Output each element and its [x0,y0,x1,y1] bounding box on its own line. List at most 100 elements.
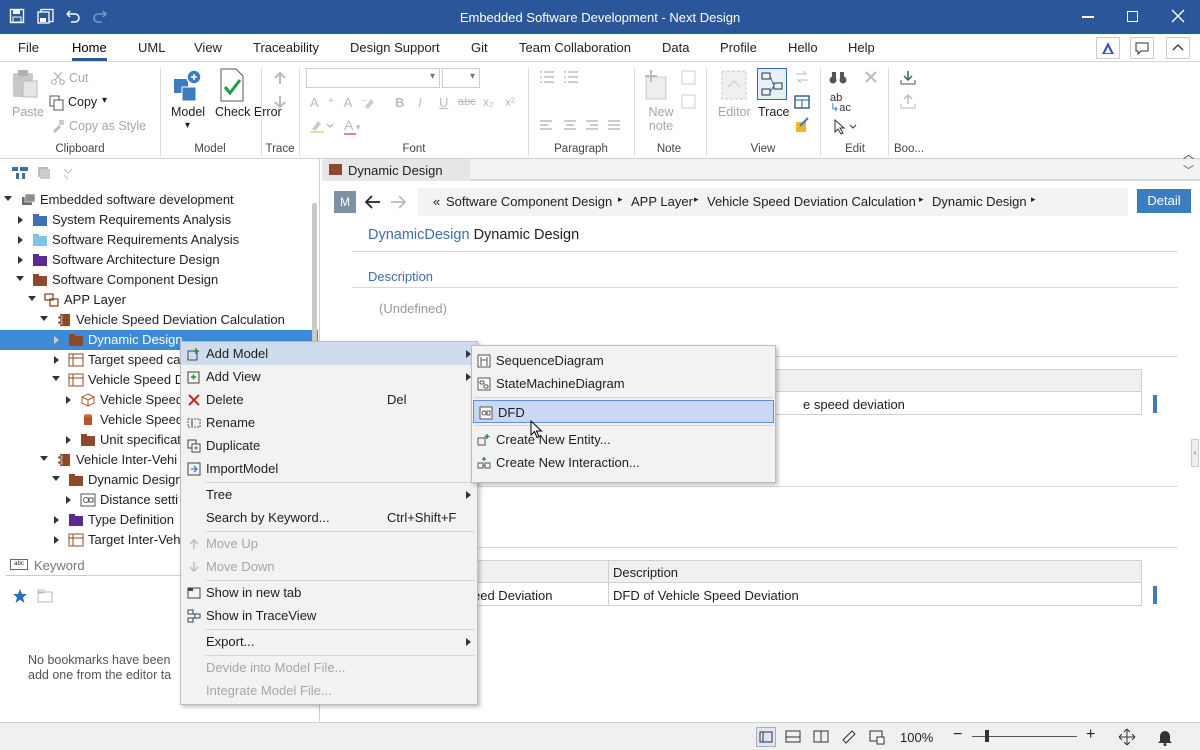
tree-item[interactable]: Software Component Design [0,270,318,290]
expand-arrow-icon[interactable] [18,256,23,264]
menu-data[interactable]: Data [662,40,689,55]
menu-item-export[interactable]: Export... [181,630,477,653]
detail-button[interactable]: Detail [1137,189,1191,213]
breadcrumb-overflow[interactable]: « [433,194,440,209]
astah-icon[interactable] [1096,37,1120,59]
trace-button[interactable]: Trace [758,105,790,119]
model-button[interactable]: Model [171,105,205,119]
menu-item-add-model[interactable]: Add Model [181,342,477,365]
menu-traceability[interactable]: Traceability [253,40,319,55]
replace-icon[interactable]: ab ↳ac [830,93,851,114]
tree-item[interactable]: Software Architecture Design [0,250,318,270]
menu-item-rename[interactable]: Rename [181,411,477,434]
menu-item-importmodel[interactable]: ImportModel [181,457,477,480]
bookmark-star-icon[interactable] [12,588,28,604]
description-value[interactable]: (Undefined) [379,301,447,316]
tab-menu-icon[interactable]: ﹀ [1183,162,1194,178]
menu-item-tree[interactable]: Tree [181,483,477,506]
zoom-out-icon[interactable]: − [953,726,962,744]
menu-hello[interactable]: Hello [788,40,818,55]
table-cell[interactable]: DFD of Vehicle Speed Deviation [613,588,799,603]
collapse-arrow-icon[interactable] [28,296,36,301]
menu-item-show-in-traceview[interactable]: Show in TraceView [181,604,477,627]
menu-help[interactable]: Help [848,40,875,55]
layout-horizontal-icon[interactable] [784,728,802,746]
menu-item-show-in-new-tab[interactable]: Show in new tab [181,581,477,604]
copy-dropdown-icon[interactable]: ▾ [102,95,107,106]
menu-view[interactable]: View [194,40,222,55]
tree-item[interactable]: Vehicle Speed Deviation Calculation [0,310,318,330]
collapse-arrow-icon[interactable] [40,316,48,321]
table-cell[interactable]: e speed deviation [803,397,905,412]
column-header-description[interactable]: Description [613,565,678,580]
layout-single-icon[interactable] [756,727,776,747]
breadcrumb-item[interactable]: Dynamic Design [932,194,1027,209]
model-dropdown-icon[interactable]: ▾ [185,120,190,131]
submenu-item-statemachinediagram[interactable]: StateMachineDiagram [472,372,775,395]
tree-item[interactable]: APP Layer [0,290,318,310]
expand-arrow-icon[interactable] [66,396,71,404]
expand-arrow-icon[interactable] [66,436,71,444]
pan-icon[interactable] [1118,728,1136,746]
bookmark-import-icon[interactable] [900,70,916,110]
select-icon[interactable] [833,119,861,135]
tree-item[interactable]: Embedded software development [0,190,318,210]
maximize-button[interactable] [1127,11,1138,22]
breadcrumb-item[interactable]: APP Layer [631,194,693,209]
copy-button[interactable]: Copy [68,95,97,109]
side-panel-toggle[interactable]: ‹ [1191,439,1199,467]
submenu-item-sequencediagram[interactable]: SequenceDiagram [472,349,775,372]
minimize-button[interactable] [1082,16,1094,18]
expand-arrow-icon[interactable] [18,236,23,244]
menu-item-label: ImportModel [206,461,279,476]
table-cell[interactable]: eed Deviation [473,588,553,603]
expand-arrow-icon[interactable] [54,356,59,364]
expand-arrow-icon[interactable] [54,516,59,524]
collapse-arrow-icon[interactable] [4,196,12,201]
find-icon[interactable] [829,70,847,86]
collapse-arrow-icon[interactable] [52,376,60,381]
menu-team-collaboration[interactable]: Team Collaboration [519,40,631,55]
menu-item-add-view[interactable]: Add View [181,365,477,388]
layout-vertical-icon[interactable] [812,728,830,746]
trace-view-icon [187,609,201,623]
menu-profile[interactable]: Profile [720,40,757,55]
zoom-level[interactable]: 100% [900,730,933,745]
back-arrow-icon[interactable] [364,193,382,211]
collapse-arrow-icon[interactable] [16,276,24,281]
tree-item[interactable]: System Requirements Analysis [0,210,318,230]
zoom-in-icon[interactable]: + [1086,726,1095,744]
submenu-item-dfd[interactable]: DFD [473,400,774,423]
close-button[interactable] [1170,8,1186,24]
notification-bell-icon[interactable] [1157,728,1173,746]
menu-item-delete[interactable]: Delete Del [181,388,477,411]
collapse-ribbon-icon[interactable] [1166,37,1190,59]
tree-item[interactable]: Software Requirements Analysis [0,230,318,250]
check-error-icon[interactable] [218,68,246,102]
comment-icon[interactable] [1130,37,1154,59]
expand-arrow-icon[interactable] [18,216,23,224]
zoom-slider-thumb[interactable] [985,730,989,742]
sync-icon[interactable] [840,728,858,746]
menu-git[interactable]: Git [471,40,488,55]
editor-tab[interactable]: Dynamic Design [322,159,470,181]
trace-view-icon[interactable] [757,68,787,100]
breadcrumb-item[interactable]: Vehicle Speed Deviation Calculation [707,194,916,209]
collapse-arrow-icon[interactable] [52,476,60,481]
expand-arrow-icon[interactable] [54,336,59,344]
submenu-item-create-new-entity[interactable]: Create New Entity... [472,428,775,451]
expand-arrow-icon[interactable] [54,536,59,544]
menu-item-search-by-keyword[interactable]: Search by Keyword... Ctrl+Shift+F [181,506,477,529]
menu-design-support[interactable]: Design Support [350,40,440,55]
expand-arrow-icon[interactable] [66,496,71,504]
fit-page-icon[interactable] [868,728,886,746]
collapse-arrow-icon[interactable] [40,456,48,461]
breadcrumb-item[interactable]: Software Component Design [446,194,612,209]
menu-home[interactable]: Home [72,40,107,61]
bookmark-folder-icon[interactable] [37,589,53,603]
menu-item-duplicate[interactable]: Duplicate [181,434,477,457]
submenu-item-create-new-interaction[interactable]: Create New Interaction... [472,451,775,474]
menu-uml[interactable]: UML [138,40,165,55]
model-icon[interactable] [172,69,204,103]
menu-file[interactable]: File [18,40,39,55]
